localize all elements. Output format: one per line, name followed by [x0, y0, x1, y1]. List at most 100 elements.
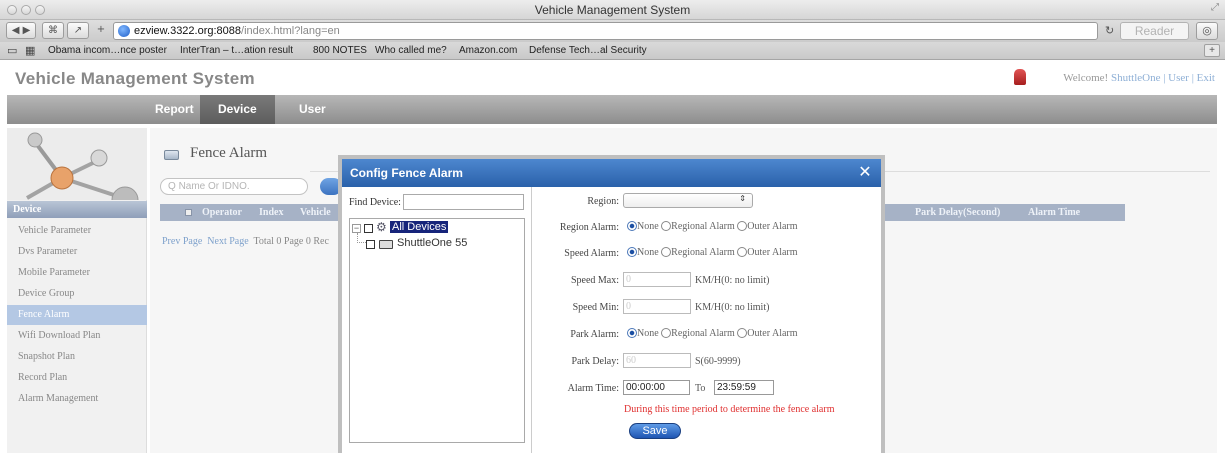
window-title: Vehicle Management System [534, 3, 691, 17]
col-operator: Operator [202, 207, 242, 218]
col-alarm-time: Alarm Time [1028, 207, 1081, 218]
col-vehicle: Vehicle [300, 207, 331, 218]
reading-list-icon[interactable]: ▭ [7, 44, 17, 57]
speed-alarm-outer-radio[interactable] [737, 247, 748, 257]
url-path: /index.html?lang=en [241, 25, 340, 37]
next-page-link[interactable]: Next Page [207, 236, 248, 247]
sidebar-item-fence-alarm[interactable]: Fence Alarm [7, 305, 147, 325]
speed-alarm-label: Speed Alarm: [564, 248, 619, 259]
col-index: Index [259, 207, 284, 218]
speed-min-label: Speed Min: [572, 302, 619, 313]
close-icon[interactable]: ✕ [857, 164, 873, 180]
globe-icon [118, 25, 130, 37]
welcome-text: Welcome! [1063, 72, 1109, 84]
radio-label: Outer Alarm [747, 247, 798, 258]
prev-page-link[interactable]: Prev Page [162, 236, 202, 247]
region-alarm-label: Region Alarm: [559, 222, 619, 233]
checkbox-shuttleone[interactable] [366, 240, 375, 249]
select-arrow-icon: ⇕ [739, 194, 746, 203]
sidebar-item-wifi-download-plan[interactable]: Wifi Download Plan [7, 326, 147, 346]
speed-min-hint: KM/H(0: no limit) [695, 302, 770, 313]
radio-label: Outer Alarm [747, 221, 798, 232]
bookmark-item[interactable]: Amazon.com [459, 45, 517, 56]
bus-icon [379, 240, 393, 249]
radio-label: Regional Alarm [671, 221, 735, 232]
user-link[interactable]: User [1168, 72, 1189, 84]
address-bar[interactable]: ezview.3322.org:8088/index.html?lang=en [113, 22, 1098, 40]
region-alarm-regional-radio[interactable] [661, 221, 672, 231]
col-park-delay: Park Delay(Second) [915, 207, 1001, 218]
search-placeholder: Name Or IDNO. [178, 181, 250, 192]
sidebar-item-dvs-parameter[interactable]: Dvs Parameter [7, 242, 147, 262]
bookmark-item[interactable]: Who called me? [375, 45, 447, 56]
park-alarm-regional-radio[interactable] [661, 328, 672, 338]
top-sites-icon[interactable]: ▦ [25, 44, 35, 57]
radio-label: Regional Alarm [671, 247, 735, 258]
speed-max-label: Speed Max: [570, 275, 619, 286]
sidebar-item-device-group[interactable]: Device Group [7, 284, 147, 304]
downloads-icon[interactable]: ◎ [1196, 22, 1218, 40]
config-fence-alarm-dialog: Config Fence Alarm ✕ Find Device: − ⚙ Al… [338, 155, 885, 453]
share-icon[interactable]: ↗ [67, 22, 89, 39]
radio-label: Outer Alarm [747, 328, 798, 339]
speed-alarm-regional-radio[interactable] [661, 247, 672, 257]
bookmark-item[interactable]: Obama incom…nce poster [48, 45, 167, 56]
collapse-icon[interactable]: − [352, 224, 361, 233]
region-alarm-outer-radio[interactable] [737, 221, 748, 231]
new-tab-icon[interactable]: + [1204, 44, 1220, 57]
history-icon[interactable]: ⌘ [42, 22, 64, 39]
tree-label-all-devices[interactable]: All Devices [390, 221, 449, 233]
time-period-warning: During this time period to determine the… [624, 404, 835, 415]
bookmark-item[interactable]: Defense Tech…al Security [529, 45, 647, 56]
radio-label: Regional Alarm [671, 328, 735, 339]
reload-icon[interactable]: ↻ [1105, 24, 1114, 37]
tab-user[interactable]: User [281, 95, 344, 124]
config-form: Region: ⇕ Region Alarm: None Regional Al… [532, 187, 881, 453]
sidebar-item-vehicle-parameter[interactable]: Vehicle Parameter [7, 221, 147, 241]
search-input[interactable]: Q Name Or IDNO. [160, 178, 308, 195]
park-alarm-outer-radio[interactable] [737, 328, 748, 338]
welcome-bar: Welcome! ShuttleOne | User | Exit [1063, 72, 1215, 84]
browser-toolbar: ◀ ▶ ⌘ ↗ + ezview.3322.org:8088/index.htm… [0, 20, 1225, 42]
speed-max-input[interactable]: 0 [623, 272, 691, 287]
separator: | [1163, 72, 1166, 84]
bookmarks-bar: ▭ ▦ Obama incom…nce poster InterTran – t… [0, 42, 1225, 60]
alarm-time-from-input[interactable]: 00:00:00 [623, 380, 690, 395]
network-illustration [26, 132, 139, 200]
window-titlebar: Vehicle Management System ⤢ [0, 0, 1225, 20]
sidebar-item-mobile-parameter[interactable]: Mobile Parameter [7, 263, 147, 283]
region-label: Region: [587, 196, 619, 207]
user-name-link[interactable]: ShuttleOne [1111, 72, 1161, 84]
reader-button[interactable]: Reader [1120, 22, 1189, 40]
bookmark-item[interactable]: InterTran – t…ation result [180, 45, 293, 56]
page-title: Fence Alarm [190, 145, 268, 161]
add-bookmark-icon[interactable]: + [93, 22, 109, 39]
select-all-checkbox[interactable] [185, 209, 192, 216]
checkbox-all-devices[interactable] [364, 224, 373, 233]
save-button[interactable]: Save [629, 423, 681, 439]
sidebar-item-record-plan[interactable]: Record Plan [7, 368, 147, 388]
search-icon: Q [168, 181, 176, 192]
alarm-time-to-input[interactable]: 23:59:59 [714, 380, 774, 395]
sidebar-item-snapshot-plan[interactable]: Snapshot Plan [7, 347, 147, 367]
region-alarm-radios: None Regional Alarm Outer Alarm [627, 221, 798, 232]
region-select[interactable]: ⇕ [623, 193, 753, 208]
region-alarm-none-radio[interactable] [627, 221, 637, 231]
park-delay-input[interactable]: 60 [623, 353, 691, 368]
time-to-label: To [695, 383, 706, 394]
speed-alarm-none-radio[interactable] [627, 247, 637, 257]
bookmark-item[interactable]: 800 NOTES [313, 45, 367, 56]
tree-label-shuttleone[interactable]: ShuttleOne 55 [397, 237, 467, 249]
back-forward-buttons[interactable]: ◀ ▶ [6, 22, 36, 39]
speed-max-hint: KM/H(0: no limit) [695, 275, 770, 286]
separator: | [1191, 72, 1194, 84]
find-device-input[interactable] [403, 194, 524, 210]
park-alarm-radios: None Regional Alarm Outer Alarm [627, 328, 798, 339]
fullscreen-icon[interactable]: ⤢ [1211, 2, 1219, 13]
fence-icon [164, 150, 179, 160]
speed-min-input[interactable]: 0 [623, 299, 691, 314]
tab-device[interactable]: Device [200, 95, 275, 124]
exit-link[interactable]: Exit [1197, 72, 1215, 84]
sidebar-item-alarm-management[interactable]: Alarm Management [7, 389, 147, 409]
park-alarm-none-radio[interactable] [627, 328, 637, 338]
